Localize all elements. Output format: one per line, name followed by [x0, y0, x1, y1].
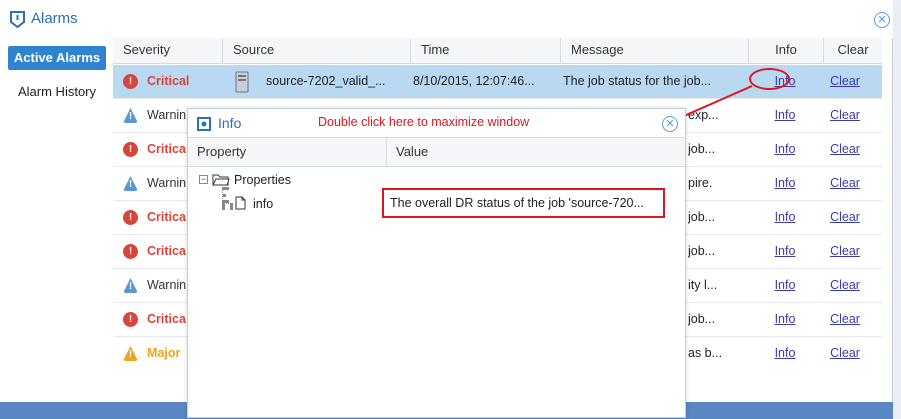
sidebar: Active Alarms Alarm History — [0, 38, 112, 402]
info-link[interactable]: Info — [758, 201, 812, 234]
window-title-bar: Alarms ✕ — [0, 0, 893, 38]
info-title: Info — [218, 115, 242, 131]
message-cell: job... — [688, 210, 716, 224]
header-value[interactable]: Value — [387, 138, 677, 166]
severity-label: Warnin — [147, 176, 187, 190]
table-header: Severity Source Time Message Info Clear — [113, 38, 882, 64]
severity-label: Major — [147, 346, 181, 360]
header-time[interactable]: Time — [411, 38, 561, 64]
alarm-history-item[interactable]: Alarm History — [18, 84, 96, 99]
critical-icon: ! — [123, 244, 138, 259]
source-cell: source-7202_valid_... — [266, 74, 386, 88]
severity-label: Critical — [147, 74, 190, 88]
header-source[interactable]: Source — [223, 38, 411, 64]
folder-icon — [212, 174, 230, 186]
severity-label: Critica — [147, 244, 186, 258]
tree-node-info[interactable]: info — [253, 197, 273, 211]
info-link[interactable]: Info — [758, 337, 812, 370]
file-icon — [235, 196, 246, 210]
clear-link[interactable]: Clear — [825, 269, 865, 302]
message-cell: as b... — [688, 346, 723, 360]
severity-label: Critica — [147, 210, 186, 224]
clear-link[interactable]: Clear — [825, 337, 865, 370]
info-link[interactable]: Info — [758, 235, 812, 268]
annotation-ellipse — [749, 68, 790, 90]
header-info[interactable]: Info — [749, 38, 824, 64]
info-link[interactable]: Info — [758, 269, 812, 302]
critical-icon: ! — [123, 210, 138, 225]
clear-link[interactable]: Clear — [825, 235, 865, 268]
message-cell: job... — [688, 244, 716, 258]
tree-connector — [222, 187, 226, 203]
severity-label: Critica — [147, 142, 186, 156]
info-link[interactable]: Info — [758, 167, 812, 200]
active-alarms-button[interactable]: Active Alarms — [8, 46, 106, 70]
info-window-icon — [197, 117, 211, 131]
desktop-background-right — [893, 0, 901, 419]
info-link[interactable]: Info — [758, 133, 812, 166]
header-clear[interactable]: Clear — [824, 38, 882, 64]
clear-link[interactable]: Clear — [825, 99, 865, 132]
clear-link[interactable]: Clear — [825, 133, 865, 166]
tree-connector — [222, 203, 233, 207]
close-icon[interactable]: ✕ — [874, 12, 890, 28]
tree-node-properties[interactable]: Properties — [234, 173, 291, 187]
critical-icon: ! — [123, 312, 138, 327]
info-link[interactable]: Info — [758, 303, 812, 336]
message-cell: The job status for the job... — [563, 74, 711, 88]
time-cell: 8/10/2015, 12:07:46... — [413, 74, 535, 88]
info-link[interactable]: Info — [758, 99, 812, 132]
critical-icon: ! — [123, 74, 138, 89]
info-table-header: Property Value — [188, 137, 685, 167]
critical-icon: ! — [123, 142, 138, 157]
collapse-icon[interactable]: − — [199, 175, 208, 184]
info-value-cell: The overall DR status of the job 'source… — [382, 188, 665, 218]
warning-icon: ! — [123, 108, 138, 123]
warning-icon: ! — [123, 176, 138, 191]
clear-link[interactable]: Clear — [825, 303, 865, 336]
header-message[interactable]: Message — [561, 38, 749, 64]
message-cell: ity l... — [688, 278, 718, 292]
severity-label: Warnin — [147, 108, 187, 122]
severity-label: Warnin — [147, 278, 187, 292]
close-icon[interactable]: ✕ — [662, 116, 678, 132]
info-window[interactable]: Info Double click here to maximize windo… — [187, 108, 686, 418]
severity-label: Critica — [147, 312, 186, 326]
message-cell: pire. — [688, 176, 713, 190]
header-property[interactable]: Property — [188, 138, 387, 166]
clear-link[interactable]: Clear — [825, 65, 865, 98]
info-title-bar[interactable]: Info Double click here to maximize windo… — [188, 109, 685, 137]
message-cell: job... — [688, 142, 716, 156]
message-cell: exp... — [688, 108, 719, 122]
app-logo-icon — [10, 11, 25, 28]
window-title: Alarms — [31, 10, 78, 27]
clear-link[interactable]: Clear — [825, 167, 865, 200]
warning-icon: ! — [123, 278, 138, 293]
header-severity[interactable]: Severity — [113, 38, 223, 64]
server-icon — [235, 71, 249, 93]
clear-link[interactable]: Clear — [825, 201, 865, 234]
major-icon: ! — [123, 346, 138, 361]
message-cell: job... — [688, 312, 716, 326]
maximize-hint: Double click here to maximize window — [318, 115, 530, 129]
